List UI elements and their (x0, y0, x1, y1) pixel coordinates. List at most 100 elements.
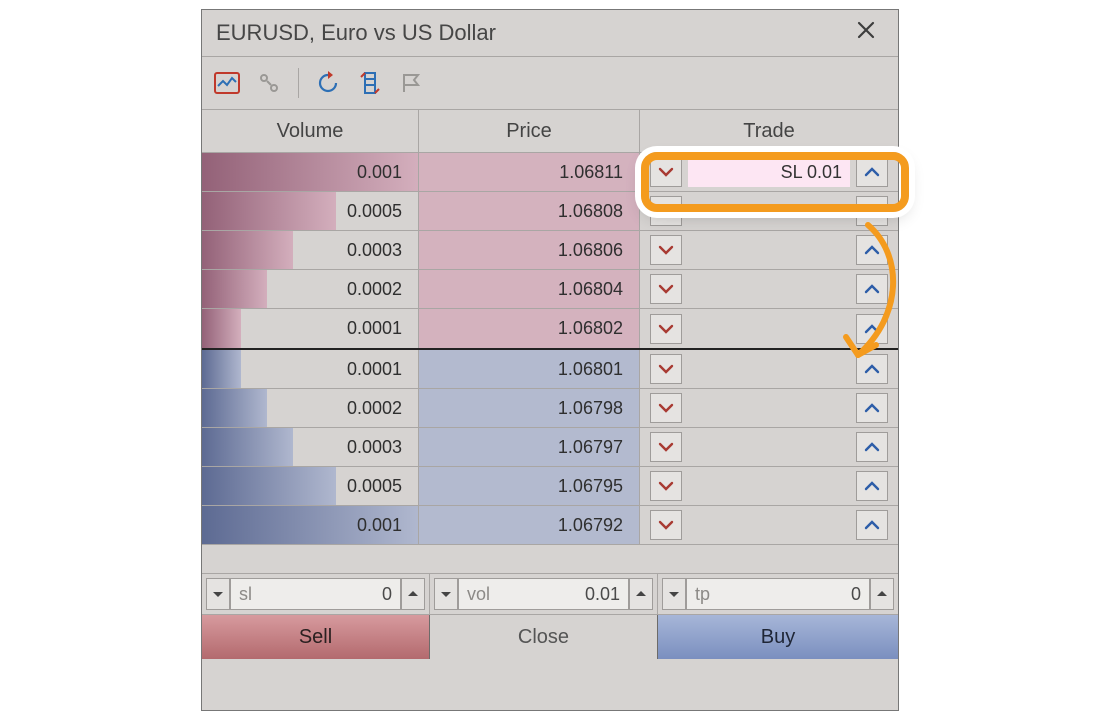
refresh-icon[interactable] (313, 68, 343, 98)
price-value: 1.06806 (558, 240, 623, 261)
price-cell[interactable]: 1.06797 (419, 428, 640, 466)
bid-row: 0.001 1.06792 (202, 506, 898, 545)
volume-cell: 0.0002 (202, 270, 419, 308)
volume-bar (202, 309, 241, 348)
ask-row: 0.00051.06808 (202, 192, 898, 231)
sell-at-price-button[interactable] (650, 393, 682, 423)
price-value: 1.06802 (558, 318, 623, 339)
vol-spinner: vol0.01 (430, 574, 658, 614)
sl-increase-button[interactable] (401, 578, 425, 610)
buy-at-price-button[interactable] (856, 393, 888, 423)
bid-row: 0.0002 1.06798 (202, 389, 898, 428)
volume-value: 0.0001 (347, 318, 402, 339)
trade-value[interactable] (688, 471, 850, 501)
price-cell[interactable]: 1.06802 (419, 309, 640, 348)
close-position-button[interactable]: Close (430, 615, 658, 659)
tp-decrease-button[interactable] (662, 578, 686, 610)
trade-value[interactable] (688, 354, 850, 384)
close-button[interactable] (848, 15, 884, 51)
sl-placeholder: sl (239, 584, 252, 605)
price-cell[interactable]: 1.06801 (419, 350, 640, 388)
sell-at-price-button[interactable] (650, 157, 682, 187)
buy-button[interactable]: Buy (658, 615, 898, 659)
toolbar-separator (298, 68, 299, 98)
vol-increase-button[interactable] (629, 578, 653, 610)
volume-bar (202, 192, 336, 230)
sell-at-price-button[interactable] (650, 235, 682, 265)
trade-value[interactable] (688, 432, 850, 462)
price-cell[interactable]: 1.06808 (419, 192, 640, 230)
price-cell[interactable]: 1.06811 (419, 153, 640, 191)
volume-cell: 0.0003 (202, 231, 419, 269)
buy-at-price-button[interactable] (856, 510, 888, 540)
flag-icon[interactable] (397, 68, 427, 98)
trade-value[interactable] (688, 393, 850, 423)
price-cell[interactable]: 1.06804 (419, 270, 640, 308)
sl-input[interactable]: sl 0 (230, 578, 401, 610)
tp-value: 0 (851, 584, 861, 605)
price-cell[interactable]: 1.06795 (419, 467, 640, 505)
ladder-icon[interactable] (355, 68, 385, 98)
sell-at-price-button[interactable] (650, 196, 682, 226)
trade-cell (640, 192, 898, 230)
price-value: 1.06795 (558, 476, 623, 497)
trade-value[interactable] (688, 274, 850, 304)
sell-at-price-button[interactable] (650, 510, 682, 540)
volume-cell: 0.001 (202, 153, 419, 191)
ask-row: 0.0001 1.06802 (202, 309, 898, 350)
volume-value: 0.0001 (347, 359, 402, 380)
vol-input[interactable]: vol0.01 (458, 578, 629, 610)
tp-increase-button[interactable] (870, 578, 894, 610)
sell-button[interactable]: Sell (202, 615, 430, 659)
buy-at-price-button[interactable] (856, 235, 888, 265)
trade-cell (640, 231, 898, 269)
buy-at-price-button[interactable] (856, 157, 888, 187)
sell-at-price-button[interactable] (650, 314, 682, 344)
price-value: 1.06797 (558, 437, 623, 458)
trade-value[interactable] (688, 314, 850, 344)
toolbar (202, 57, 898, 110)
price-cell[interactable]: 1.06792 (419, 506, 640, 544)
trade-cell (640, 389, 898, 427)
bid-row: 0.00051.06795 (202, 467, 898, 506)
sl-decrease-button[interactable] (206, 578, 230, 610)
volume-value: 0.001 (357, 162, 402, 183)
vol-value: 0.01 (585, 584, 620, 605)
sell-at-price-button[interactable] (650, 354, 682, 384)
price-cell[interactable]: 1.06806 (419, 231, 640, 269)
trade-value[interactable] (688, 196, 850, 226)
volume-cell: 0.0001 (202, 309, 419, 348)
buy-at-price-button[interactable] (856, 471, 888, 501)
sell-at-price-button[interactable] (650, 432, 682, 462)
dom-rows: 0.0011.06811SL 0.010.00051.068080.00031.… (202, 153, 898, 545)
buy-at-price-button[interactable] (856, 314, 888, 344)
volume-value: 0.0002 (347, 398, 402, 419)
trade-value[interactable]: SL 0.01 (688, 157, 850, 187)
buy-at-price-button[interactable] (856, 196, 888, 226)
price-value: 1.06792 (558, 515, 623, 536)
buy-at-price-button[interactable] (856, 274, 888, 304)
vol-decrease-button[interactable] (434, 578, 458, 610)
trade-value[interactable] (688, 510, 850, 540)
col-volume: Volume (202, 110, 419, 152)
trade-value[interactable] (688, 235, 850, 265)
sell-at-price-button[interactable] (650, 471, 682, 501)
volume-value: 0.0003 (347, 437, 402, 458)
history-icon[interactable] (254, 68, 284, 98)
depth-of-market-window: EURUSD, Euro vs US Dollar Volume Price T… (201, 9, 899, 711)
bid-row: 0.0001 1.06801 (202, 350, 898, 389)
trade-cell (640, 467, 898, 505)
price-value: 1.06811 (559, 162, 623, 183)
price-cell[interactable]: 1.06798 (419, 389, 640, 427)
volume-value: 0.0002 (347, 279, 402, 300)
trade-cell (640, 270, 898, 308)
buy-at-price-button[interactable] (856, 432, 888, 462)
tp-input[interactable]: tp 0 (686, 578, 870, 610)
buy-at-price-button[interactable] (856, 354, 888, 384)
tp-placeholder: tp (695, 584, 710, 605)
sl-value: 0 (382, 584, 392, 605)
price-value: 1.06804 (558, 279, 623, 300)
volume-cell: 0.001 (202, 506, 419, 544)
sell-at-price-button[interactable] (650, 274, 682, 304)
chart-icon[interactable] (212, 68, 242, 98)
